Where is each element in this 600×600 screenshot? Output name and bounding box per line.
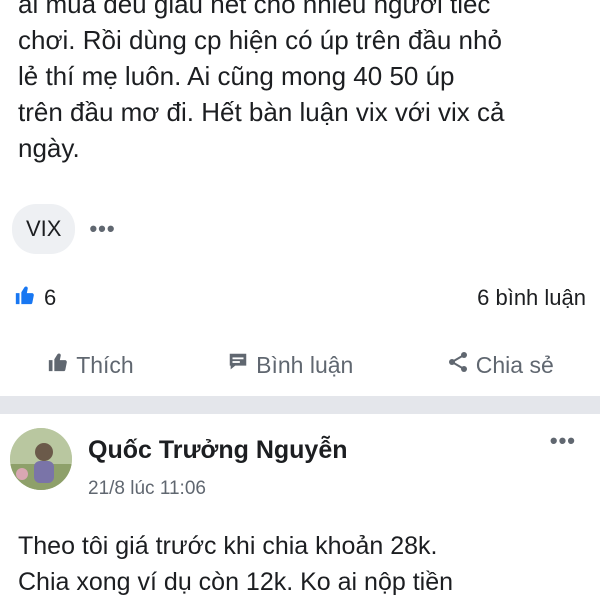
post-body: ai mua đều giàu hết cho nhiều người tiếc… <box>18 0 593 166</box>
comment-body: Theo tôi giá trước khi chia khoản 28k. C… <box>18 528 593 600</box>
share-icon <box>446 350 470 380</box>
more-options-icon[interactable]: ••• <box>89 216 115 242</box>
like-count: 6 <box>44 285 57 310</box>
comment-timestamp[interactable]: 21/8 lúc 11:06 <box>88 478 206 500</box>
comment-button-label: Bình luận <box>256 351 354 378</box>
reaction-summary: 6 6 bình luận <box>14 284 586 312</box>
post-line: trên đầu mơ đi. Hết bàn luận vix với vix… <box>18 97 505 127</box>
like-summary[interactable]: 6 <box>14 284 56 312</box>
comment-line: Chia xong ví dụ còn 12k. Ko ai nộp tiền <box>18 568 454 596</box>
section-divider <box>0 396 600 414</box>
action-bar: Thích Bình luận Chia sẻ <box>0 342 600 388</box>
share-button-label: Chia sẻ <box>475 351 554 378</box>
comment-line: Theo tôi giá trước khi chia khoản 28k. <box>18 532 438 560</box>
comment-author[interactable]: Quốc Trưởng Nguyễn <box>88 436 348 465</box>
post-line: lẻ thí mẹ luôn. Ai cũng mong 40 50 úp <box>18 61 455 91</box>
like-button[interactable]: Thích <box>46 351 134 379</box>
avatar[interactable] <box>10 428 72 490</box>
comment-header: Quốc Trưởng Nguyễn 21/8 lúc 11:06 ••• <box>10 428 590 508</box>
post-line: ai mua đều giàu hết cho nhiều người tiếc <box>18 0 491 19</box>
comment-count[interactable]: 6 bình luận <box>477 285 586 311</box>
post-line: chơi. Rồi dùng cp hiện có úp trên đầu nh… <box>18 25 502 55</box>
tag-row: VIX ••• <box>12 204 116 254</box>
tag-chip-vix[interactable]: VIX <box>12 204 76 254</box>
like-reaction-icon <box>14 284 36 312</box>
comment-icon <box>226 351 250 379</box>
share-button[interactable]: Chia sẻ <box>446 350 554 380</box>
more-options-icon[interactable]: ••• <box>550 428 576 454</box>
post-line: ngày. <box>18 133 80 163</box>
thumbs-up-icon <box>46 351 70 379</box>
like-button-label: Thích <box>76 351 134 378</box>
comment-button[interactable]: Bình luận <box>226 351 353 379</box>
